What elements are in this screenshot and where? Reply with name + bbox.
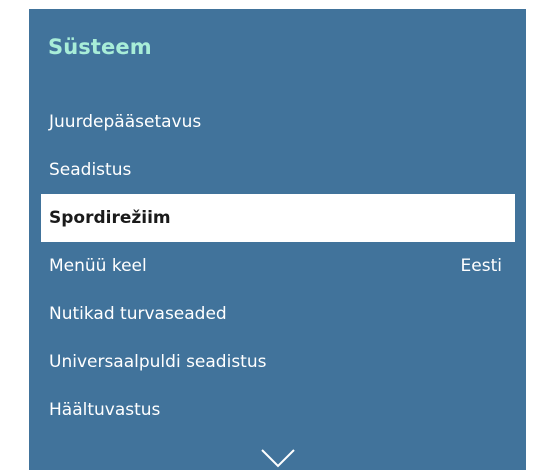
- menu-item-label: Nutikad turvaseaded: [49, 304, 227, 324]
- menu-item-universal-remote-setup[interactable]: Universaalpuldi seadistus: [41, 338, 515, 386]
- menu-language-value: Eesti: [460, 256, 502, 276]
- menu-item-accessibility[interactable]: Juurdepääsetavus: [41, 98, 515, 146]
- menu-item-sports-mode[interactable]: Spordirežiim: [41, 194, 515, 242]
- menu-item-label: Häältuvastus: [49, 400, 161, 420]
- menu-list: Juurdepääsetavus Seadistus Spordirežiim …: [29, 98, 526, 434]
- menu-item-voice-recognition[interactable]: Häältuvastus: [41, 386, 515, 434]
- menu-item-label: Seadistus: [49, 160, 132, 180]
- menu-title: Süsteem: [48, 35, 152, 59]
- menu-item-label: Spordirežiim: [49, 208, 171, 228]
- menu-item-label: Juurdepääsetavus: [49, 112, 202, 132]
- menu-item-smart-security[interactable]: Nutikad turvaseaded: [41, 290, 515, 338]
- menu-item-menu-language[interactable]: Menüü keel Eesti: [41, 242, 515, 290]
- menu-item-setup[interactable]: Seadistus: [41, 146, 515, 194]
- menu-item-label: Menüü keel: [49, 256, 147, 276]
- chevron-down-icon[interactable]: [260, 447, 296, 469]
- system-menu-panel: Süsteem Juurdepääsetavus Seadistus Spord…: [29, 9, 526, 470]
- menu-item-label: Universaalpuldi seadistus: [49, 352, 267, 372]
